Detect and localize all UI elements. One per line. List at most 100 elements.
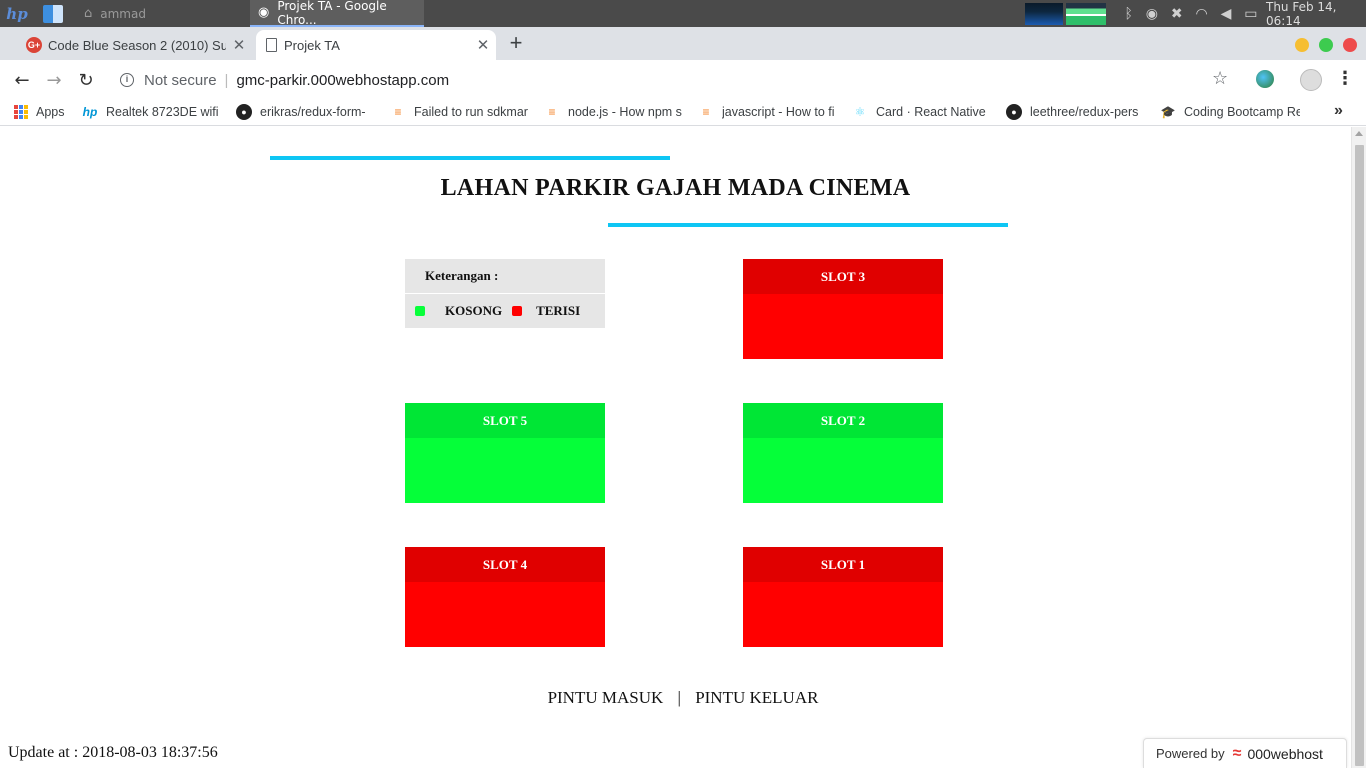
legend-heading: Keterangan : xyxy=(405,259,605,294)
address-separator: | xyxy=(224,71,229,89)
forward-button[interactable]: → xyxy=(40,66,68,94)
address-bar[interactable]: i Not secure | gmc-parkir.000webhostapp.… xyxy=(108,65,1248,95)
bookmark-redux-form[interactable]: ● erikras/redux-form- xyxy=(236,102,374,122)
hp-icon: hp xyxy=(82,105,98,119)
close-tab-icon[interactable]: ✕ xyxy=(226,36,252,54)
slot-label: SLOT 5 xyxy=(405,403,605,438)
empty-swatch xyxy=(415,306,425,316)
page-scrollbar[interactable] xyxy=(1351,127,1366,768)
minimize-window-button[interactable] xyxy=(1295,38,1309,52)
scrollbar-thumb[interactable] xyxy=(1355,145,1364,766)
browser-toolbar: ← → ↻ i Not secure | gmc-parkir.000webho… xyxy=(0,60,1366,98)
bookmark-javascript[interactable]: ≡ javascript - How to fi xyxy=(698,102,836,122)
stackoverflow-icon: ≡ xyxy=(702,105,710,119)
close-window-button[interactable] xyxy=(1343,38,1357,52)
powered-by-label: Powered by xyxy=(1156,746,1225,761)
bookmark-label: Coding Bootcamp Re xyxy=(1184,105,1300,119)
memory-graph-icon[interactable] xyxy=(1066,0,1106,27)
bookmark-label: erikras/redux-form- xyxy=(260,105,366,119)
bluetooth-icon[interactable]: ᛒ xyxy=(1124,6,1132,22)
bookmark-star-icon[interactable]: ☆ xyxy=(1212,68,1228,89)
page-icon xyxy=(266,38,277,52)
parking-slot-2: SLOT 2 xyxy=(743,403,943,503)
powered-by-brand: 000webhost xyxy=(1247,745,1323,762)
filled-label: TERISI xyxy=(536,303,581,318)
page-title: LAHAN PARKIR GAJAH MADA CINEMA xyxy=(440,175,911,201)
slot-label: SLOT 1 xyxy=(743,547,943,582)
bookmark-redux-persist[interactable]: ● leethree/redux-pers xyxy=(1006,102,1144,122)
empty-label: KOSONG xyxy=(445,303,503,318)
title-decoration-line-top xyxy=(270,156,670,160)
wifi-icon[interactable]: ◠ xyxy=(1195,6,1207,22)
url-text[interactable]: gmc-parkir.000webhostapp.com xyxy=(236,72,449,89)
clock[interactable]: Thu Feb 14, 06:14 xyxy=(1266,0,1366,28)
system-tray: ᛒ ◉ ✖ ◠ ◀ ▭ xyxy=(1118,0,1264,27)
bookmark-label: Card · React Native E xyxy=(876,105,990,119)
bookmark-label: Apps xyxy=(36,105,65,119)
hp-logo-icon[interactable]: hp xyxy=(4,0,30,27)
bookmark-label: Realtek 8723DE wifi xyxy=(106,105,218,119)
reload-button[interactable]: ↻ xyxy=(72,66,100,94)
parking-slot-1: SLOT 1 xyxy=(743,547,943,647)
new-tab-button[interactable]: + xyxy=(504,29,528,57)
exit-gate-label: PINTU KELUAR xyxy=(695,688,819,707)
os-taskbar: hp ⌂ ammad ◉ Projek TA - Google Chro... … xyxy=(0,0,1366,28)
title-decoration-line-bottom xyxy=(608,223,1008,227)
extension-globe-icon[interactable] xyxy=(1256,70,1274,88)
webhost-logo-icon: ≈ xyxy=(1232,744,1242,762)
bookmark-npm[interactable]: ≡ node.js - How npm s xyxy=(544,102,682,122)
close-tab-icon[interactable]: ✕ xyxy=(470,36,496,54)
back-button[interactable]: ← xyxy=(8,66,36,94)
tab-projek-ta[interactable]: Projek TA ✕ xyxy=(256,30,496,60)
tab-title: Code Blue Season 2 (2010) Sub xyxy=(48,37,226,53)
taskbar-window-label: Projek TA - Google Chro... xyxy=(277,0,387,27)
shield-icon[interactable]: ✖ xyxy=(1171,6,1183,22)
entry-gate-label: PINTU MASUK xyxy=(547,688,664,707)
file-manager-icon[interactable] xyxy=(42,0,64,27)
profile-avatar-icon[interactable] xyxy=(1300,69,1322,91)
slot-label: SLOT 2 xyxy=(743,403,943,438)
github-icon: ● xyxy=(1006,104,1022,120)
parking-slot-5: SLOT 5 xyxy=(405,403,605,503)
volume-icon[interactable]: ◀ xyxy=(1221,6,1232,22)
info-icon[interactable]: i xyxy=(120,73,134,87)
parking-slot-4: SLOT 4 xyxy=(405,547,605,647)
bookmarks-bar: Apps hp Realtek 8723DE wifi ● erikras/re… xyxy=(0,98,1366,126)
bookmark-label: leethree/redux-pers xyxy=(1030,105,1139,119)
bookmark-label: Failed to run sdkmar xyxy=(414,105,528,119)
battery-icon[interactable]: ▭ xyxy=(1244,6,1257,22)
security-label[interactable]: Not secure xyxy=(144,72,217,89)
apps-icon xyxy=(14,105,28,119)
chrome-icon: ◉ xyxy=(258,5,270,20)
gate-separator: | xyxy=(677,688,681,707)
page-viewport: LAHAN PARKIR GAJAH MADA CINEMA Keteranga… xyxy=(0,127,1366,768)
taskbar-window-home[interactable]: ⌂ ammad xyxy=(76,0,248,27)
slot-status-fill xyxy=(743,294,943,359)
bookmark-coding-bootcamp[interactable]: 🎓 Coding Bootcamp Re xyxy=(1160,102,1300,122)
gate-labels: PINTU MASUK | PINTU KELUAR xyxy=(0,688,1366,708)
taskbar-window-chrome[interactable]: ◉ Projek TA - Google Chro... xyxy=(250,0,424,27)
slot-label: SLOT 4 xyxy=(405,547,605,582)
bookmark-sdkmanager[interactable]: ≡ Failed to run sdkmar xyxy=(390,102,528,122)
slot-status-fill xyxy=(743,582,943,647)
powered-by-badge[interactable]: Powered by ≈ 000webhost xyxy=(1143,738,1347,768)
bookmark-realtek[interactable]: hp Realtek 8723DE wifi xyxy=(82,102,218,122)
more-bookmarks-chevron-icon[interactable]: » xyxy=(1334,102,1343,120)
slot-status-fill xyxy=(743,438,943,503)
bookmark-apps[interactable]: Apps xyxy=(14,102,65,122)
browser-tab-strip: G+ Code Blue Season 2 (2010) Sub ✕ Proje… xyxy=(0,27,1366,60)
scroll-up-arrow-icon[interactable] xyxy=(1355,131,1363,136)
home-icon: ⌂ xyxy=(84,6,93,21)
bookmark-react-native[interactable]: ⚛ Card · React Native E xyxy=(852,102,990,122)
bookmark-label: javascript - How to fi xyxy=(722,105,835,119)
taskbar-window-label: ammad xyxy=(100,6,146,21)
slot-status-fill xyxy=(405,438,605,503)
maximize-window-button[interactable] xyxy=(1319,38,1333,52)
browser-menu-icon[interactable]: ⋮ xyxy=(1336,68,1354,89)
react-icon: ⚛ xyxy=(854,105,866,119)
chrome-tray-icon[interactable]: ◉ xyxy=(1146,6,1158,22)
cpu-graph-icon[interactable] xyxy=(1025,0,1063,27)
graduation-cap-icon: 🎓 xyxy=(1160,105,1176,119)
slot-status-fill xyxy=(405,582,605,647)
tab-code-blue[interactable]: G+ Code Blue Season 2 (2010) Sub ✕ xyxy=(20,30,252,60)
